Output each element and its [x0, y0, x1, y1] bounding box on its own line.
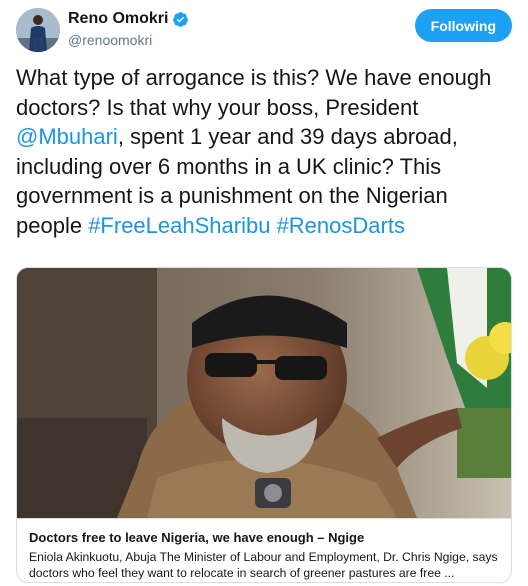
tweet-text-segment: What type of arrogance is this? We have … — [16, 65, 492, 120]
author-avatar[interactable] — [16, 8, 60, 52]
hashtag-link[interactable]: #FreeLeahSharibu — [88, 213, 270, 238]
following-button[interactable]: Following — [414, 9, 512, 42]
news-photo-icon — [17, 268, 511, 518]
profile-photo-icon — [16, 8, 60, 52]
mention-link[interactable]: @Mbuhari — [16, 124, 118, 149]
card-image[interactable] — [17, 268, 511, 518]
tweet-text: What type of arrogance is this? We have … — [16, 63, 516, 240]
link-preview-card[interactable]: Doctors free to leave Nigeria, we have e… — [16, 267, 512, 583]
author-name-block: Reno Omokri @renoomokri — [68, 9, 189, 50]
card-title[interactable]: Doctors free to leave Nigeria, we have e… — [29, 529, 499, 546]
verified-badge-icon — [172, 11, 189, 28]
card-body[interactable]: Doctors free to leave Nigeria, we have e… — [17, 518, 511, 582]
author-handle[interactable]: @renoomokri — [68, 30, 189, 50]
hashtag-link[interactable]: #RenosDarts — [277, 213, 405, 238]
tweet-header: Reno Omokri @renoomokri Following — [16, 8, 512, 52]
author-display-name-text[interactable]: Reno Omokri — [68, 9, 168, 29]
author-display-name[interactable]: Reno Omokri — [68, 9, 189, 29]
card-description: Eniola Akinkuotu, Abuja The Minister of … — [29, 550, 498, 580]
